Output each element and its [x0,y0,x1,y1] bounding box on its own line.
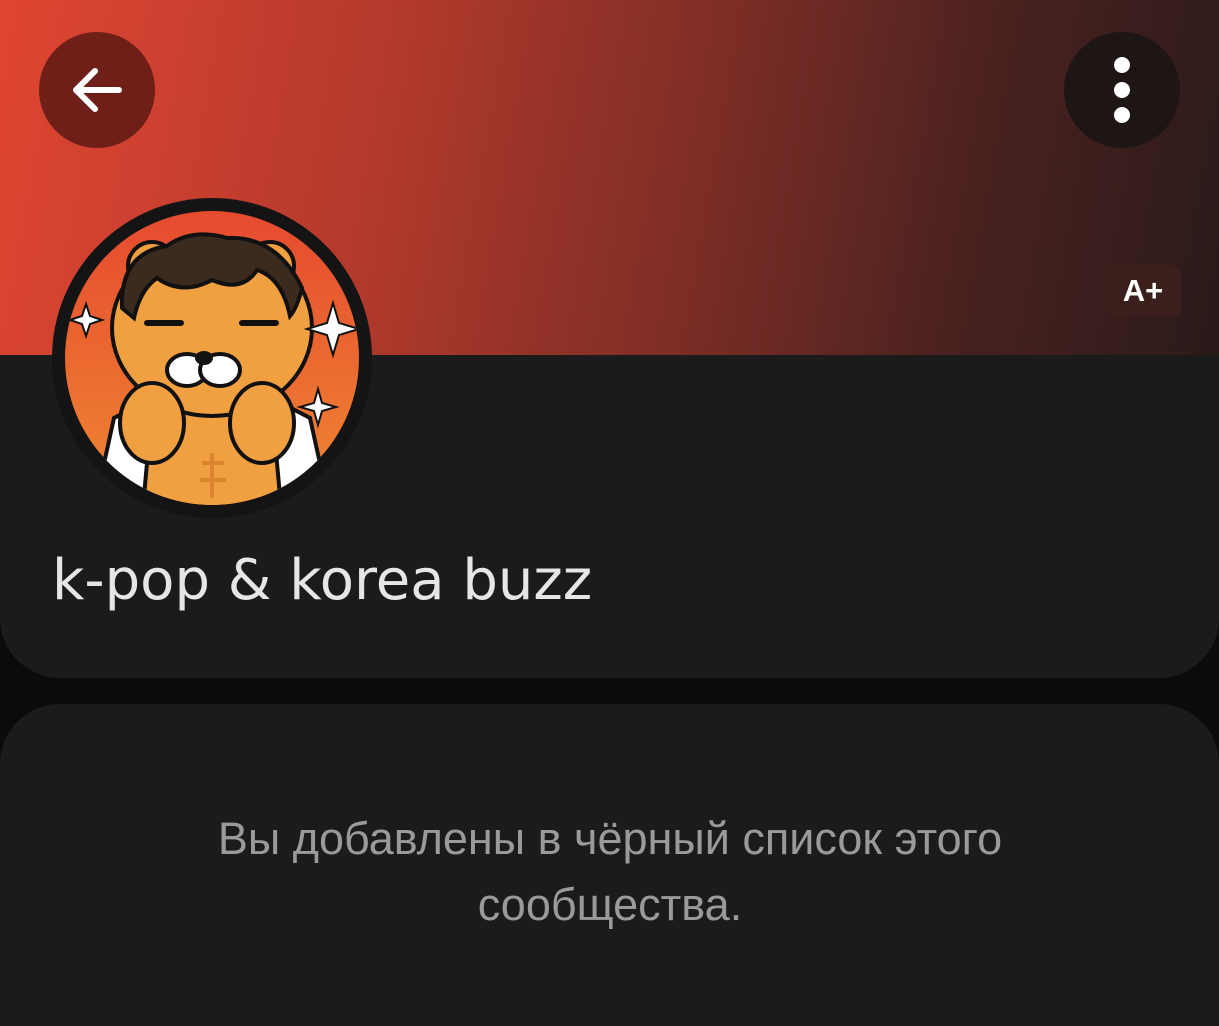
more-options-button[interactable] [1064,32,1180,148]
community-name: k-pop & korea buzz [52,548,593,613]
arrow-left-icon [73,68,122,112]
blocked-notice-text: Вы добавлены в чёрный список этого сообщ… [110,806,1110,938]
community-screen: A+ k-pop & korea buzz Вы добавлены в чёр… [0,0,1219,1026]
text-size-button[interactable]: A+ [1105,265,1181,317]
community-avatar[interactable] [52,198,372,518]
blocked-notice-line-1: Вы добавлены в чёрный список этого [217,813,1003,864]
back-button[interactable] [39,32,155,148]
blocked-notice-line-2: сообщества. [477,879,743,930]
more-vertical-icon [1114,57,1130,123]
